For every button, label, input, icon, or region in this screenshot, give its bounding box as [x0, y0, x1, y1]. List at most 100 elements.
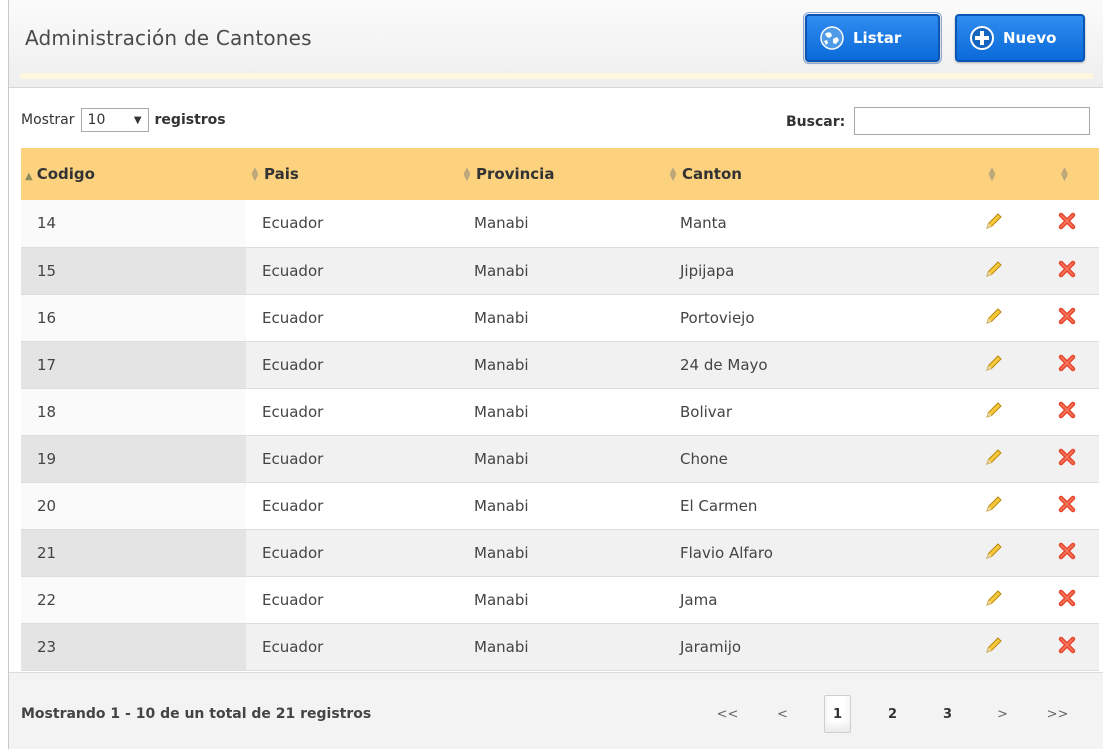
column-header-delete[interactable]: ▲ ▼ [1034, 148, 1099, 200]
cell-pais: Ecuador [246, 576, 458, 623]
delete-x-icon[interactable] [1057, 541, 1077, 561]
pencil-edit-icon[interactable] [984, 353, 1004, 373]
cell-edit [954, 529, 1034, 576]
cell-edit [954, 341, 1034, 388]
column-header-pais[interactable]: ▲ ▼ Pais [246, 148, 458, 200]
sort-both-icon: ▲ ▼ [251, 165, 259, 183]
cell-pais: Ecuador [246, 482, 458, 529]
sort-both-icon: ▲ ▼ [988, 165, 996, 183]
cell-provincia: Manabi [458, 529, 664, 576]
cell-codigo: 17 [21, 341, 246, 388]
pencil-edit-icon[interactable] [984, 635, 1004, 655]
header-divider [19, 73, 1094, 79]
cell-pais: Ecuador [246, 529, 458, 576]
dropdown-arrow-icon: ▼ [133, 114, 142, 126]
table-row: 23 Ecuador Manabi Jaramijo [21, 623, 1099, 670]
delete-x-icon[interactable] [1057, 588, 1077, 608]
header-panel: Administración de Cantones Listar Nuevo [9, 0, 1103, 88]
cell-provincia: Manabi [458, 341, 664, 388]
delete-x-icon[interactable] [1057, 259, 1077, 279]
cell-canton: Bolivar [664, 388, 954, 435]
cell-provincia: Manabi [458, 623, 664, 670]
cell-delete [1034, 388, 1099, 435]
table-row: 15 Ecuador Manabi Jipijapa [21, 247, 1099, 294]
sort-asc-icon: ▲ [25, 171, 33, 182]
cell-provincia: Manabi [458, 388, 664, 435]
table-body: 14 Ecuador Manabi Manta 15 Ecuador Manabi Jipij… [21, 200, 1099, 670]
plus-icon [969, 25, 995, 51]
delete-x-icon[interactable] [1057, 353, 1077, 373]
table-row: 22 Ecuador Manabi Jama [21, 576, 1099, 623]
sort-both-icon: ▲ ▼ [669, 165, 677, 183]
pencil-edit-icon[interactable] [984, 211, 1004, 231]
cell-provincia: Manabi [458, 294, 664, 341]
cell-codigo: 15 [21, 247, 246, 294]
pencil-edit-icon[interactable] [984, 259, 1004, 279]
mostrar-label: Mostrar [21, 112, 75, 128]
next-page-button[interactable]: > [989, 695, 1016, 733]
table-row: 14 Ecuador Manabi Manta [21, 200, 1099, 247]
delete-x-icon[interactable] [1057, 306, 1077, 326]
cell-canton: Flavio Alfaro [664, 529, 954, 576]
cell-delete [1034, 576, 1099, 623]
cell-codigo: 22 [21, 576, 246, 623]
last-page-button[interactable]: >> [1044, 695, 1071, 733]
sort-both-icon: ▲ ▼ [1061, 165, 1068, 183]
table-row: 18 Ecuador Manabi Bolivar [21, 388, 1099, 435]
pencil-edit-icon[interactable] [984, 494, 1004, 514]
nuevo-label: Nuevo [1003, 29, 1057, 47]
registros-label: registros [154, 112, 226, 128]
cell-edit [954, 200, 1034, 247]
delete-x-icon[interactable] [1057, 211, 1077, 231]
table-row: 19 Ecuador Manabi Chone [21, 435, 1099, 482]
column-header-canton[interactable]: ▲ ▼ Canton [664, 148, 954, 200]
prev-page-button[interactable]: < [769, 695, 796, 733]
column-header-provincia[interactable]: ▲ ▼ Provincia [458, 148, 664, 200]
pencil-edit-icon[interactable] [984, 447, 1004, 467]
cell-delete [1034, 200, 1099, 247]
delete-x-icon[interactable] [1057, 400, 1077, 420]
buscar-label: Buscar: [786, 114, 846, 130]
cell-edit [954, 435, 1034, 482]
listar-button[interactable]: Listar [803, 12, 942, 64]
delete-x-icon[interactable] [1057, 635, 1077, 655]
table-header-row: ▲ Codigo ▲ ▼ Pais ▲ ▼ Provincia ▲ ▼ Canton ▲ ▼ ▲… [21, 148, 1099, 200]
pencil-edit-icon[interactable] [984, 588, 1004, 608]
pagination: << < 1 2 3 > >> [714, 695, 1071, 733]
column-header-edit[interactable]: ▲ ▼ [954, 148, 1034, 200]
cell-delete [1034, 623, 1099, 670]
page-title: Administración de Cantones [25, 26, 312, 50]
table-footer: Mostrando 1 - 10 de un total de 21 regis… [9, 672, 1103, 749]
page-3-button[interactable]: 3 [934, 695, 961, 733]
pencil-edit-icon[interactable] [984, 541, 1004, 561]
cell-pais: Ecuador [246, 200, 458, 247]
cell-provincia: Manabi [458, 482, 664, 529]
first-page-button[interactable]: << [714, 695, 741, 733]
table-controls: Mostrar 10 ▼ registros Buscar: [9, 96, 1103, 146]
search-input[interactable] [854, 107, 1090, 135]
cell-pais: Ecuador [246, 247, 458, 294]
cell-edit [954, 294, 1034, 341]
cell-delete [1034, 529, 1099, 576]
page-size-select[interactable]: 10 ▼ [80, 108, 149, 132]
pencil-edit-icon[interactable] [984, 306, 1004, 326]
delete-x-icon[interactable] [1057, 447, 1077, 467]
cell-canton: Portoviejo [664, 294, 954, 341]
page-size-control: Mostrar 10 ▼ registros [21, 108, 226, 132]
column-header-codigo[interactable]: ▲ Codigo [21, 148, 246, 200]
cell-codigo: 18 [21, 388, 246, 435]
table-row: 17 Ecuador Manabi 24 de Mayo [21, 341, 1099, 388]
cell-canton: Jama [664, 576, 954, 623]
cell-provincia: Manabi [458, 576, 664, 623]
cell-canton: Manta [664, 200, 954, 247]
cell-canton: Chone [664, 435, 954, 482]
page-2-button[interactable]: 2 [879, 695, 906, 733]
cell-delete [1034, 247, 1099, 294]
delete-x-icon[interactable] [1057, 494, 1077, 514]
page-size-value: 10 [87, 112, 106, 128]
pencil-edit-icon[interactable] [984, 400, 1004, 420]
nuevo-button[interactable]: Nuevo [955, 14, 1085, 62]
page-1-button[interactable]: 1 [824, 695, 851, 733]
cell-edit [954, 247, 1034, 294]
cell-delete [1034, 294, 1099, 341]
